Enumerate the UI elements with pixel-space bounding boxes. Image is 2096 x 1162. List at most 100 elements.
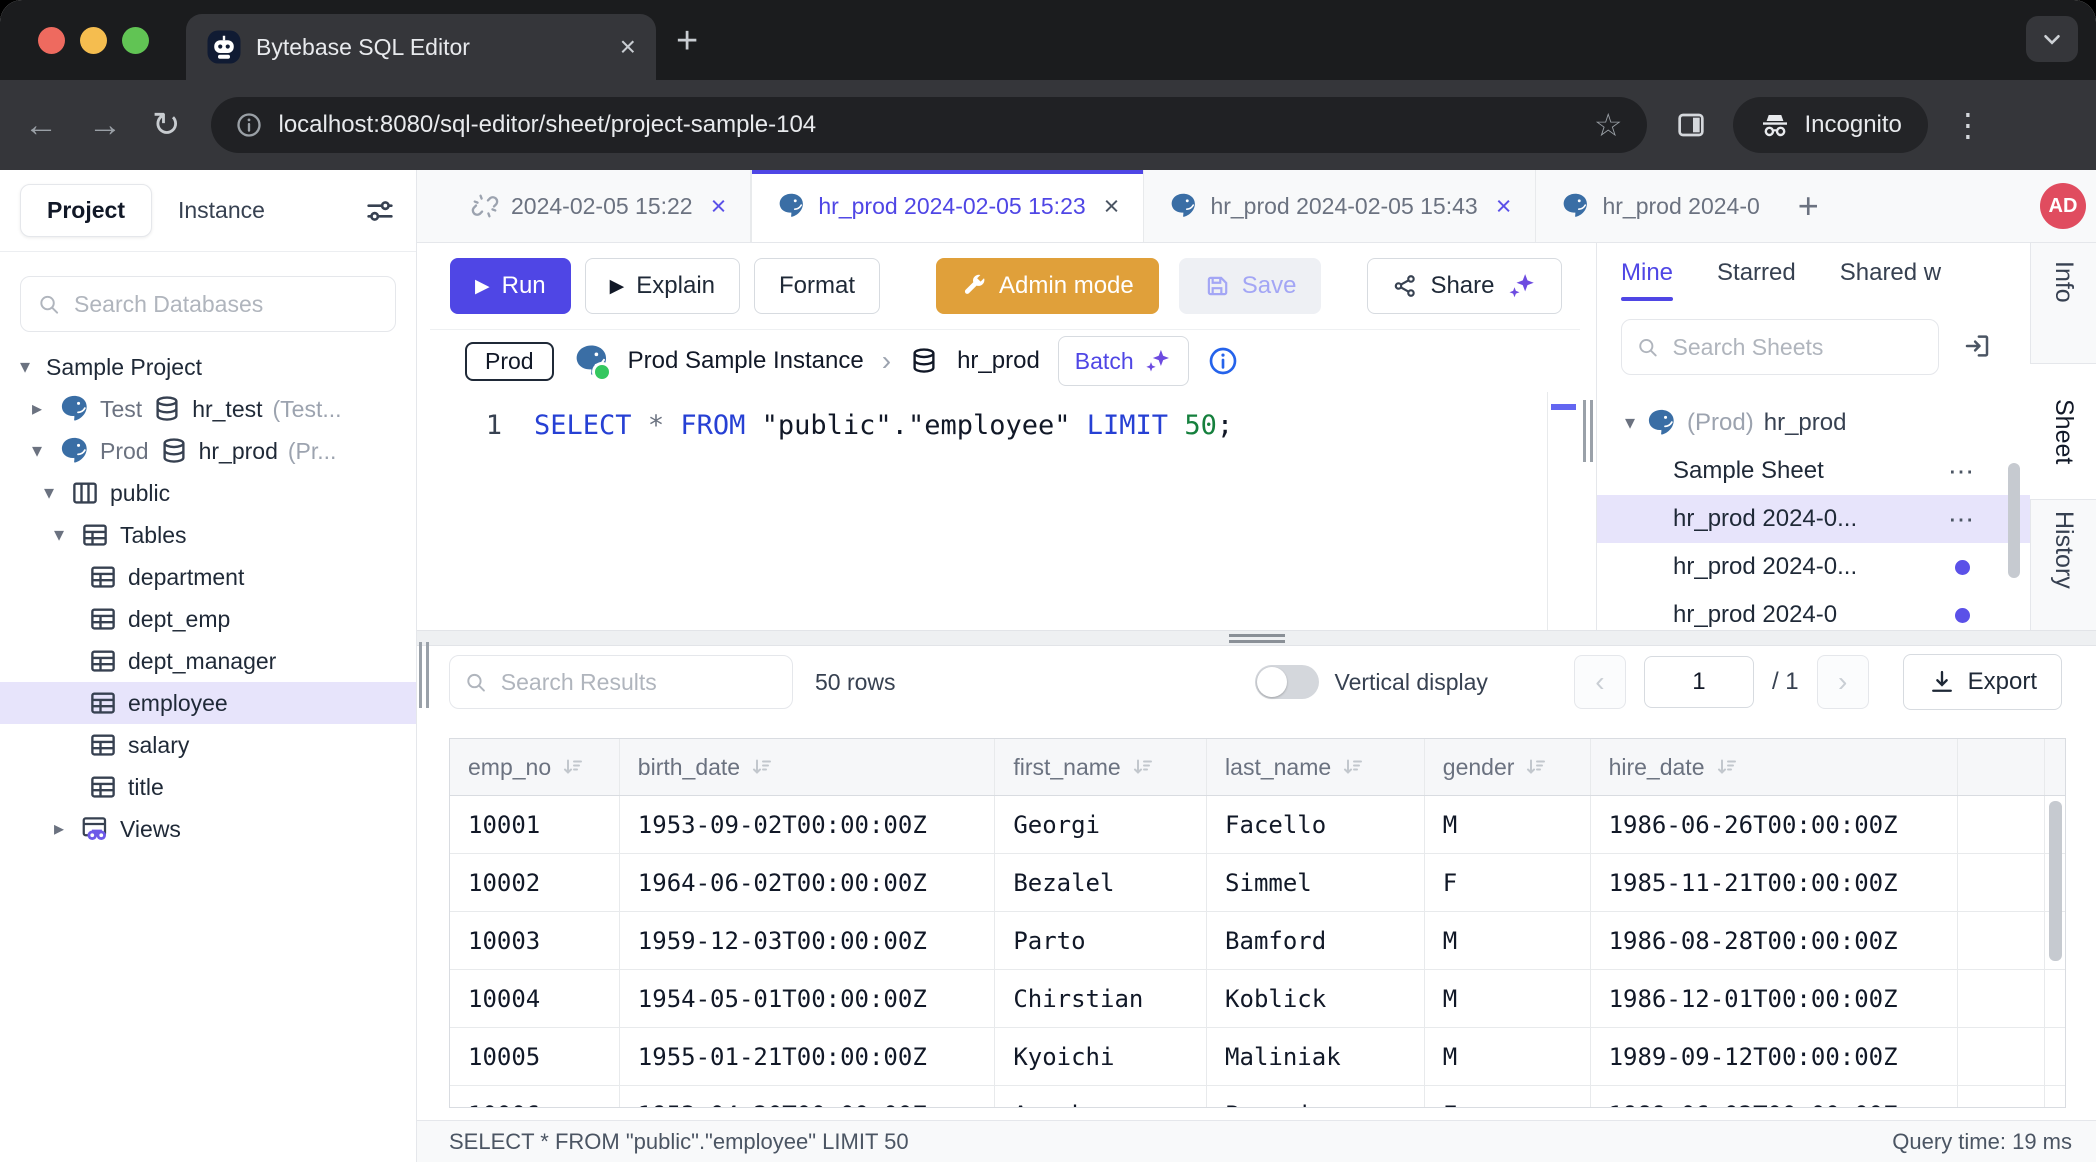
column-header-last-name[interactable]: last_name <box>1207 739 1425 795</box>
user-avatar[interactable]: AD <box>2040 183 2086 229</box>
tab-search-button[interactable] <box>2026 16 2078 62</box>
url-text[interactable]: localhost:8080/sql-editor/sheet/project-… <box>279 111 817 139</box>
table-cell[interactable]: M <box>1425 970 1591 1027</box>
database-search[interactable] <box>20 276 396 332</box>
horizontal-splitter[interactable] <box>417 630 2096 646</box>
vertical-splitter[interactable] <box>1580 243 1596 630</box>
sheet-item-unsaved[interactable]: hr_prod 2024-0... <box>1597 543 2030 591</box>
tree-node-table-dept-manager[interactable]: dept_manager <box>0 640 416 682</box>
explain-button[interactable]: Explain <box>585 258 740 314</box>
vertical-display-toggle[interactable] <box>1255 665 1319 699</box>
table-scrollbar-thumb[interactable] <box>2049 801 2062 961</box>
caret-down-icon[interactable] <box>26 441 48 461</box>
caret-down-icon[interactable] <box>48 525 70 545</box>
browser-tab[interactable]: Bytebase SQL Editor <box>186 14 656 80</box>
table-cell[interactable]: 1964-06-02T00:00:00Z <box>620 854 996 911</box>
table-cell[interactable]: 1985-11-21T00:00:00Z <box>1591 854 1959 911</box>
window-close-button[interactable] <box>38 27 65 54</box>
add-sheet-icon[interactable] <box>1798 188 1819 224</box>
strip-tab-info[interactable]: Info <box>2049 261 2078 303</box>
close-tab-icon[interactable] <box>711 193 727 220</box>
sheet-group-prod-hr-prod[interactable]: (Prod) hr_prod <box>1597 399 2030 447</box>
tree-node-tables[interactable]: Tables <box>0 514 416 556</box>
results-search-input[interactable] <box>499 668 778 697</box>
share-button[interactable]: Share <box>1367 258 1561 314</box>
sidebar-resize-handle[interactable] <box>419 642 431 708</box>
tab-close-icon[interactable] <box>620 33 636 61</box>
table-cell[interactable]: 10001 <box>450 796 620 853</box>
table-cell[interactable]: M <box>1425 912 1591 969</box>
sort-icon[interactable] <box>750 755 774 779</box>
table-cell[interactable]: 1986-06-26T00:00:00Z <box>1591 796 1959 853</box>
tab-mine[interactable]: Mine <box>1621 259 1673 287</box>
table-cell[interactable]: 10003 <box>450 912 620 969</box>
tree-node-schema-public[interactable]: public <box>0 472 416 514</box>
format-button[interactable]: Format <box>754 258 880 314</box>
sheet-list-scrollbar[interactable] <box>2008 463 2020 578</box>
sidebar-tab-project[interactable]: Project <box>20 184 152 237</box>
tree-node-views[interactable]: Views <box>0 808 416 850</box>
sheet-item-unsaved-clipped[interactable]: hr_prod 2024-0 <box>1597 591 2030 630</box>
more-actions-icon[interactable] <box>1948 458 1974 484</box>
tree-node-table-salary[interactable]: salary <box>0 724 416 766</box>
sheet-search-input[interactable] <box>1671 333 1924 362</box>
close-tab-icon[interactable] <box>1104 193 1120 220</box>
run-button[interactable]: Run <box>450 258 571 314</box>
address-bar[interactable]: localhost:8080/sql-editor/sheet/project-… <box>211 97 1647 153</box>
table-cell[interactable]: 1986-12-01T00:00:00Z <box>1591 970 1959 1027</box>
table-cell[interactable]: 10005 <box>450 1028 620 1085</box>
more-actions-icon[interactable] <box>1948 506 1974 532</box>
sheet-item-selected[interactable]: hr_prod 2024-0... <box>1597 495 2030 543</box>
table-cell[interactable]: Parto <box>995 912 1207 969</box>
editor-minimap[interactable] <box>1547 392 1580 630</box>
back-icon[interactable] <box>24 108 58 142</box>
tree-node-table-dept-emp[interactable]: dept_emp <box>0 598 416 640</box>
batch-button[interactable]: Batch <box>1058 336 1189 386</box>
sort-icon[interactable] <box>561 755 585 779</box>
page-number-input[interactable] <box>1644 656 1754 708</box>
database-search-input[interactable] <box>72 290 379 319</box>
environment-chip[interactable]: Prod <box>465 342 554 381</box>
table-row[interactable]: 10001 1953-09-02T00:00:00Z Georgi Facell… <box>450 796 2065 854</box>
strip-tab-history[interactable]: History <box>2049 511 2078 589</box>
caret-down-icon[interactable] <box>1625 413 1635 433</box>
results-search[interactable] <box>449 655 793 709</box>
table-cell[interactable]: 10006 <box>450 1086 620 1108</box>
prev-page-button[interactable] <box>1574 655 1626 709</box>
tab-shared-with-me[interactable]: Shared w <box>1840 259 1941 287</box>
sort-icon[interactable] <box>1715 755 1739 779</box>
tree-node-table-employee-selected[interactable]: employee <box>0 682 416 724</box>
table-cell[interactable]: M <box>1425 1028 1591 1085</box>
new-tab-icon[interactable] <box>676 22 698 60</box>
close-tab-icon[interactable] <box>1496 193 1512 220</box>
table-cell[interactable]: Anneke <box>995 1086 1207 1108</box>
tab-starred[interactable]: Starred <box>1717 259 1796 287</box>
table-row[interactable]: 10003 1959-12-03T00:00:00Z Parto Bamford… <box>450 912 2065 970</box>
caret-right-icon[interactable] <box>26 399 48 419</box>
table-cell[interactable]: Chirstian <box>995 970 1207 1027</box>
table-cell[interactable]: Preusig <box>1207 1086 1425 1108</box>
forward-icon[interactable] <box>88 108 122 142</box>
table-cell[interactable]: Facello <box>1207 796 1425 853</box>
table-cell[interactable]: 1959-12-03T00:00:00Z <box>620 912 996 969</box>
sheet-item-clipped-top[interactable]: hr_prod 2024-0... <box>1597 383 2030 399</box>
tree-node-table-department[interactable]: department <box>0 556 416 598</box>
sheet-tab-4[interactable]: hr_prod 2024-0 <box>1536 170 1783 242</box>
sort-icon[interactable] <box>1524 755 1548 779</box>
table-cell[interactable]: Simmel <box>1207 854 1425 911</box>
table-row[interactable]: 10005 1955-01-21T00:00:00Z Kyoichi Malin… <box>450 1028 2065 1086</box>
admin-mode-button[interactable]: Admin mode <box>936 258 1159 314</box>
caret-right-icon[interactable] <box>48 819 70 839</box>
sheet-item-sample-sheet[interactable]: Sample Sheet <box>1597 447 2030 495</box>
table-row[interactable]: 10004 1954-05-01T00:00:00Z Chirstian Kob… <box>450 970 2065 1028</box>
table-row[interactable]: 10002 1964-06-02T00:00:00Z Bezalel Simme… <box>450 854 2065 912</box>
database-name[interactable]: hr_prod <box>957 347 1040 375</box>
strip-tab-sheet-active[interactable]: Sheet <box>2030 363 2096 500</box>
sort-icon[interactable] <box>1131 755 1155 779</box>
vertical-splitter-handle[interactable] <box>1583 400 1593 462</box>
reload-icon[interactable] <box>152 108 181 142</box>
open-sheet-icon[interactable] <box>1962 331 1992 361</box>
table-cell[interactable]: 1953-09-02T00:00:00Z <box>620 796 996 853</box>
tree-node-hr-prod[interactable]: Prod hr_prod (Pr... <box>0 430 416 472</box>
horizontal-splitter-handle[interactable] <box>1229 634 1285 643</box>
